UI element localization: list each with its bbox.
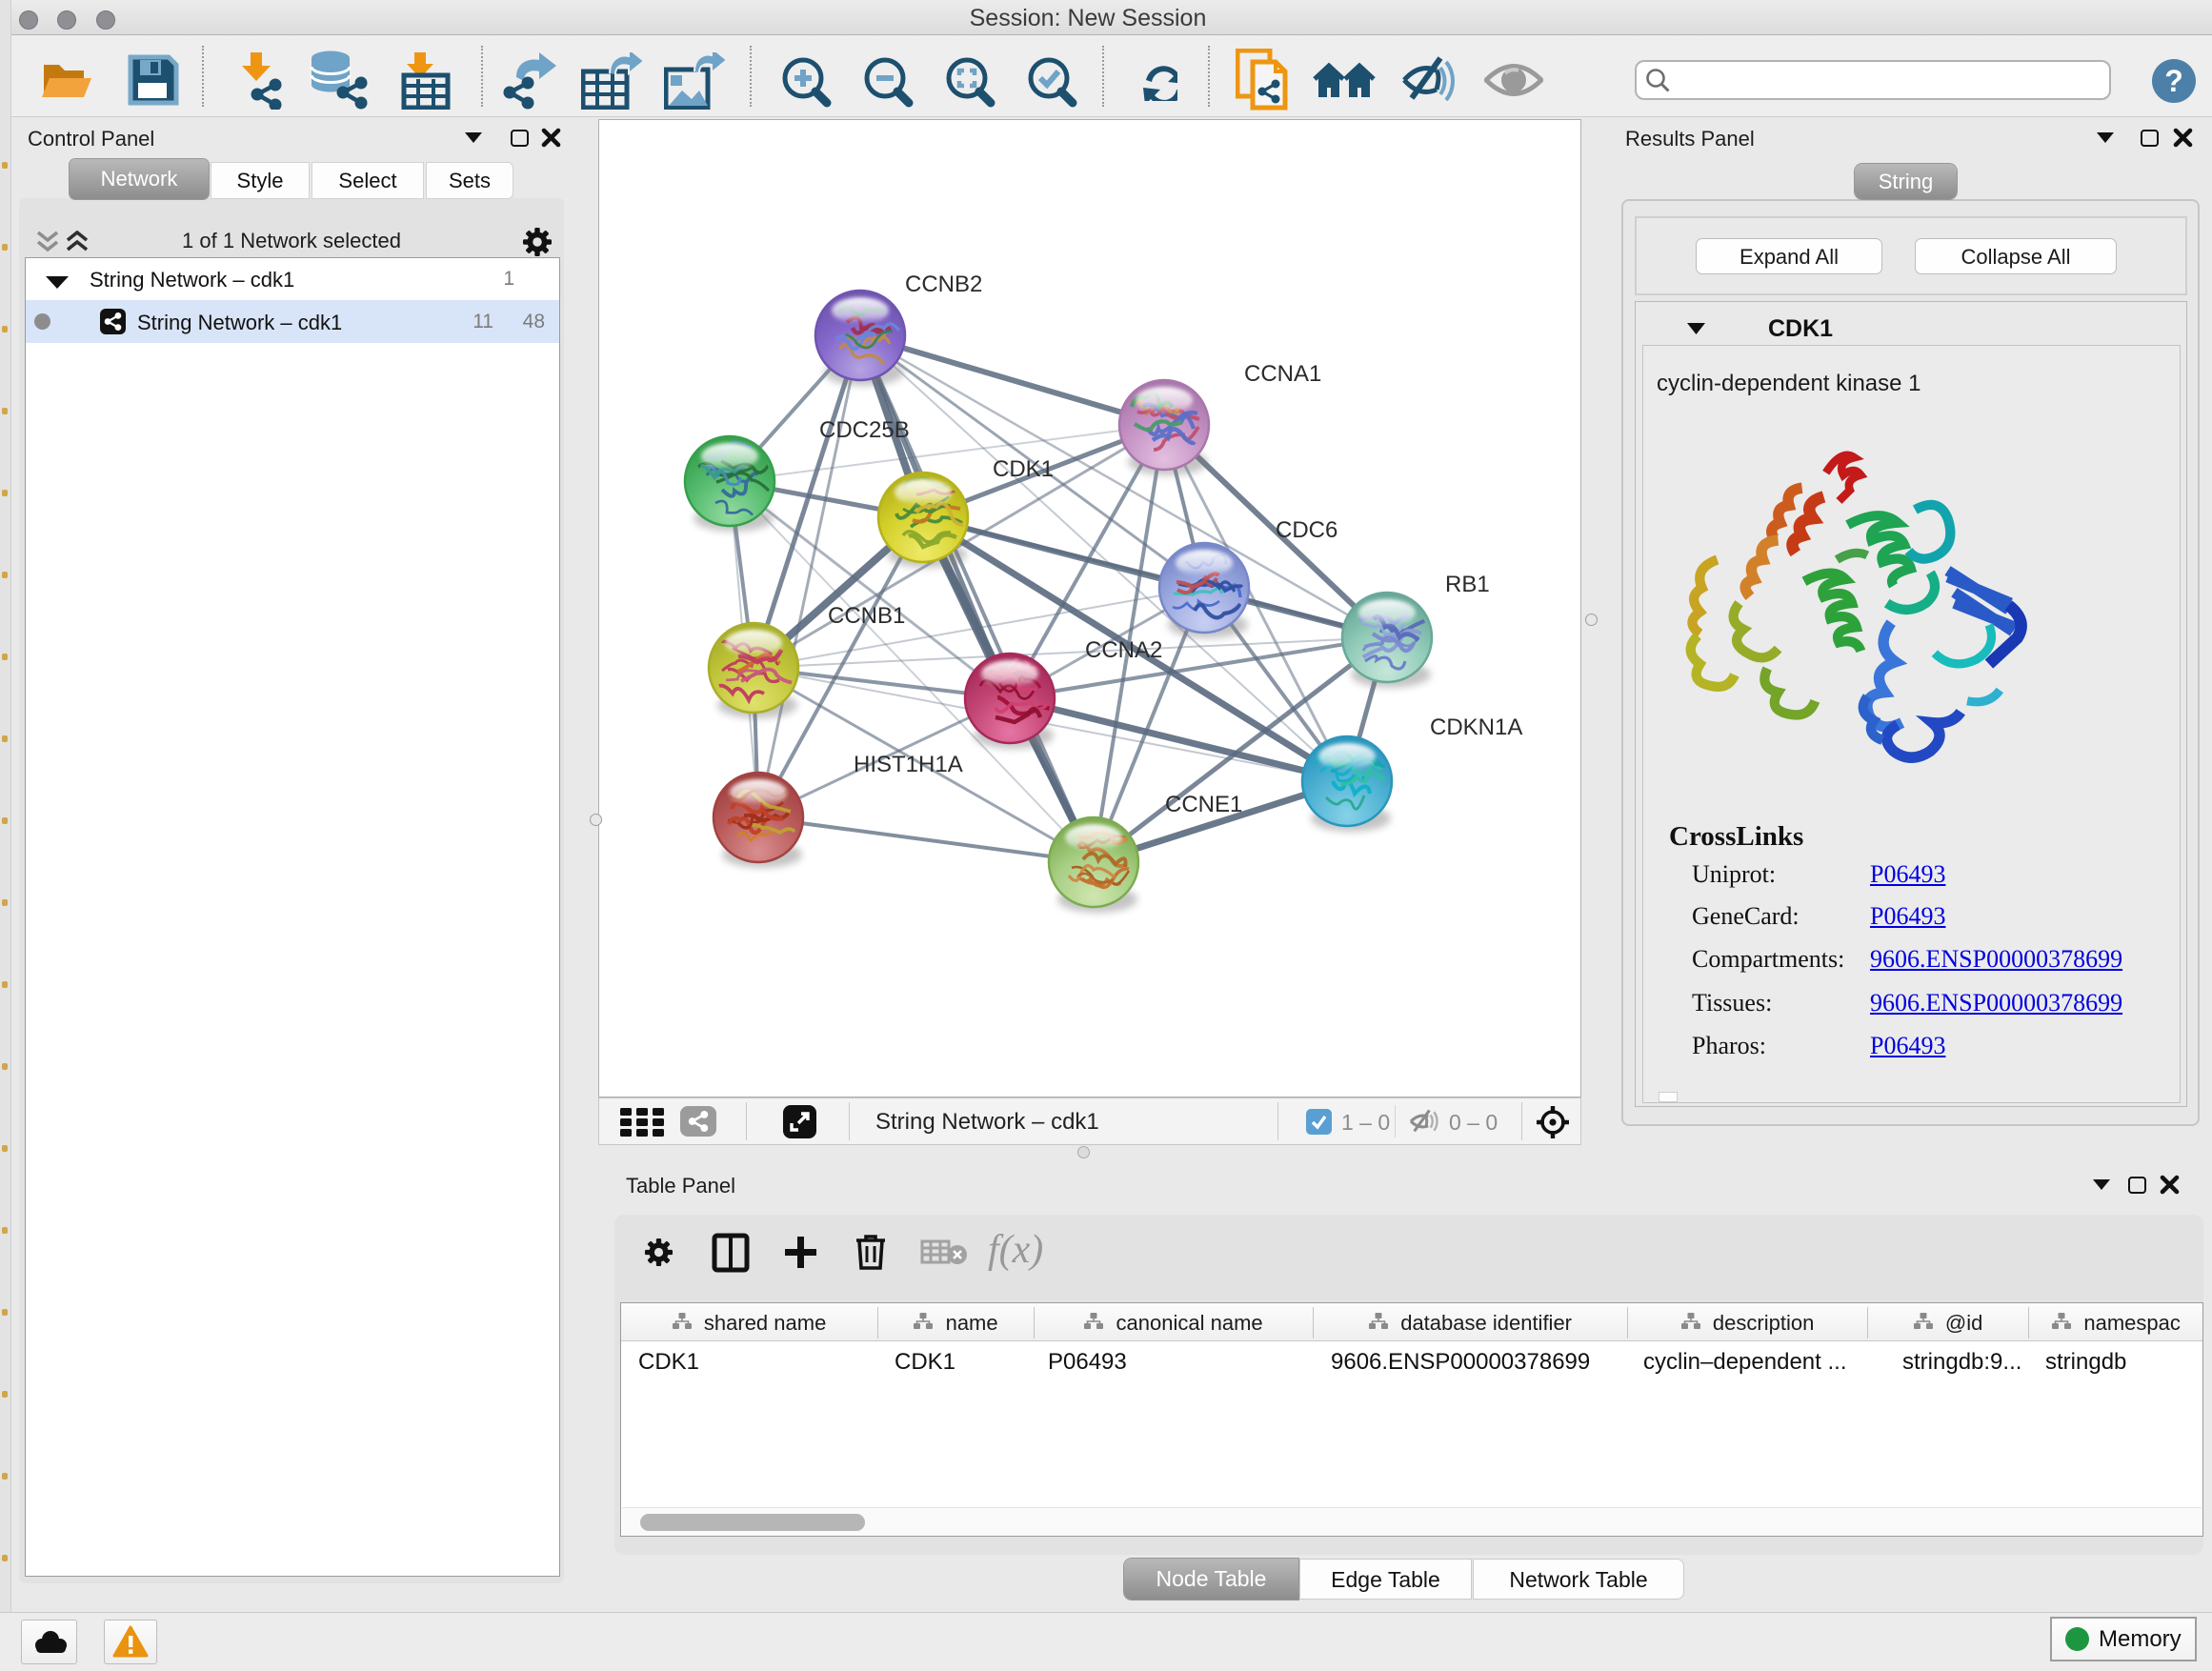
svg-text:CCNB2: CCNB2	[905, 272, 982, 297]
svg-text:CDC6: CDC6	[1276, 517, 1337, 543]
svg-text:CDC25B: CDC25B	[819, 417, 910, 443]
svg-text:CCNB1: CCNB1	[828, 603, 905, 629]
svg-text:RB1: RB1	[1445, 572, 1490, 597]
svg-text:CCNE1: CCNE1	[1165, 792, 1242, 817]
svg-text:CDK1: CDK1	[993, 456, 1054, 482]
svg-text:CDKN1A: CDKN1A	[1430, 715, 1522, 740]
svg-text:CCNA2: CCNA2	[1085, 637, 1162, 663]
svg-text:CCNA1: CCNA1	[1244, 361, 1321, 387]
svg-text:HIST1H1A: HIST1H1A	[854, 752, 963, 777]
